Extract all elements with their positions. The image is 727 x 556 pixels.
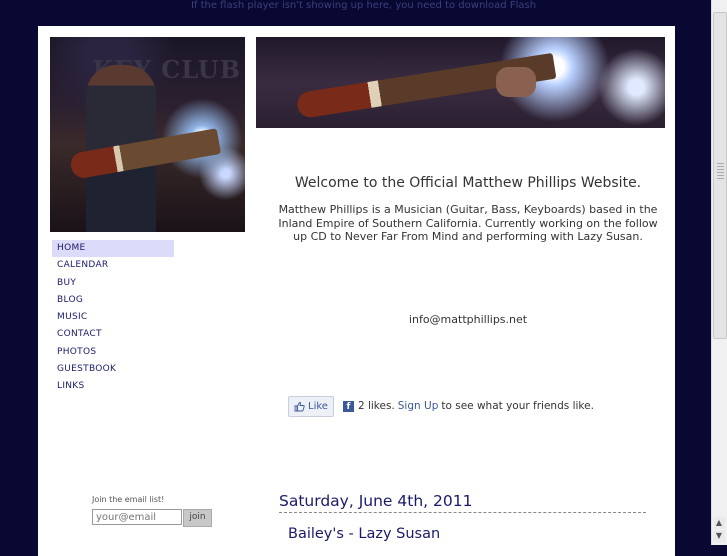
scrollbar-thumb[interactable] [713, 12, 727, 339]
scroll-down-arrow-icon[interactable]: ▼ [713, 530, 725, 542]
signup-link[interactable]: Sign Up [398, 400, 439, 412]
nav-item-calendar[interactable]: CALENDAR [52, 257, 174, 274]
page-container: KEY CLUB HOME CALENDAR BUY BLOG MUSIC CO… [38, 26, 675, 556]
nav-item-music[interactable]: MUSIC [52, 309, 174, 326]
welcome-section: Welcome to the Official Matthew Phillips… [278, 176, 658, 244]
main-navigation: HOME CALENDAR BUY BLOG MUSIC CONTACT PHO… [52, 240, 174, 396]
email-list-input[interactable] [92, 509, 182, 525]
scrollbar-grip-icon [717, 163, 724, 179]
flash-notice: If the flash player isn't showing up her… [190, 0, 537, 11]
calendar-date-heading: Saturday, June 4th, 2011 [279, 492, 646, 513]
nav-item-links[interactable]: LINKS [52, 378, 174, 395]
nav-item-blog[interactable]: BLOG [52, 292, 174, 309]
calendar-event-title[interactable]: Bailey's - Lazy Susan [288, 526, 440, 542]
scroll-up-arrow-icon[interactable]: ▲ [713, 517, 725, 529]
nav-item-buy[interactable]: BUY [52, 275, 174, 292]
thumbs-up-icon [294, 401, 305, 411]
page-scrollbar[interactable]: ▲ ▼ [711, 0, 727, 545]
nav-item-photos[interactable]: PHOTOS [52, 344, 174, 361]
likes-count: 2 likes. [357, 400, 395, 412]
banner-hand [496, 67, 536, 97]
signup-suffix: to see what your friends like. [441, 400, 594, 412]
nav-item-home[interactable]: HOME [52, 240, 174, 258]
header-banner [256, 37, 665, 128]
email-list-label: Join the email list! [92, 495, 165, 504]
facebook-icon: f [342, 400, 354, 412]
nav-item-guestbook[interactable]: GUESTBOOK [52, 361, 174, 378]
join-button[interactable]: join [183, 509, 212, 527]
nav-item-contact[interactable]: CONTACT [52, 326, 174, 343]
facebook-like-bar: Like f 2 likes. Sign Up to see what your… [288, 395, 594, 417]
intro-text: Matthew Phillips is a Musician (Guitar, … [278, 203, 658, 243]
contact-email[interactable]: info@mattphillips.net [278, 313, 658, 326]
like-button[interactable]: Like [288, 395, 334, 417]
artist-photo: KEY CLUB [50, 37, 245, 232]
like-label: Like [308, 400, 328, 412]
page-title: Welcome to the Official Matthew Phillips… [294, 175, 642, 191]
